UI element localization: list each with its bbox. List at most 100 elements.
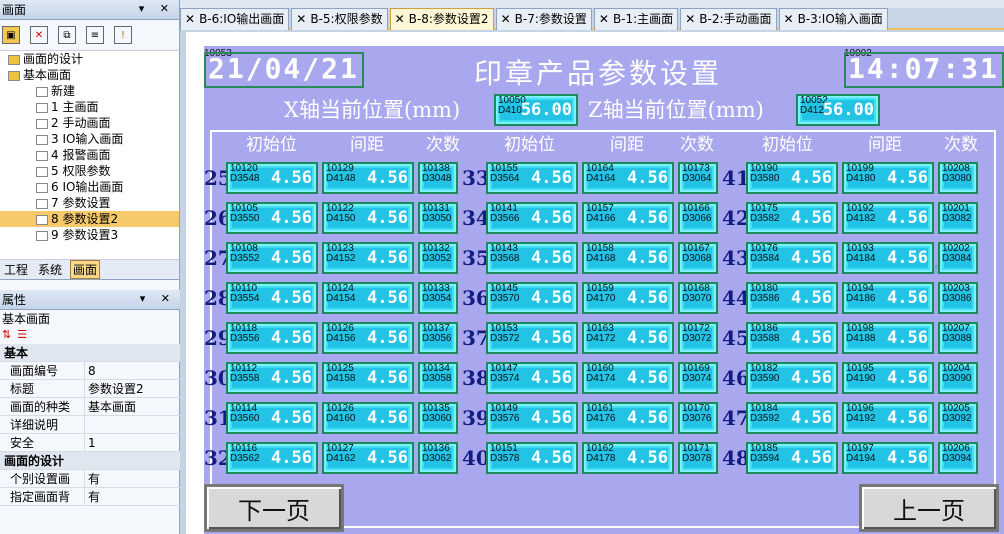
parameter-field[interactable]: 10137 D3056 [418, 322, 458, 354]
parameter-field[interactable]: 10173 D3064 [678, 162, 718, 194]
tree-item[interactable]: 6 IO输出画面 [0, 179, 179, 195]
tree-item[interactable]: 2 手动画面 [0, 115, 179, 131]
category-icon[interactable]: ☰ [17, 328, 27, 344]
parameter-field[interactable]: 10164 D4164 4.56 [582, 162, 674, 194]
parameter-field[interactable]: 10129 D4148 4.56 [322, 162, 414, 194]
parameter-field[interactable]: 10201 D3082 [938, 202, 978, 234]
parameter-field[interactable]: 10136 D3062 [418, 442, 458, 474]
parameter-field[interactable]: 10185 D3594 4.56 [746, 442, 838, 474]
parameter-field[interactable]: 10116 D3562 4.56 [226, 442, 318, 474]
parameter-field[interactable]: 10192 D4182 4.56 [842, 202, 934, 234]
parameter-field[interactable]: 10199 D4180 4.56 [842, 162, 934, 194]
parameter-field[interactable]: 10205 D3092 [938, 402, 978, 434]
parameter-field[interactable]: 10208 D3080 [938, 162, 978, 194]
document-tab[interactable]: ✕ B-5:权限参数 [291, 8, 388, 30]
parameter-field[interactable]: 10127 D4162 4.56 [322, 442, 414, 474]
parameter-field[interactable]: 10151 D3578 4.56 [486, 442, 578, 474]
parameter-field[interactable]: 10166 D3066 [678, 202, 718, 234]
property-row[interactable]: 基本 [0, 344, 180, 362]
parameter-field[interactable]: 10206 D3094 [938, 442, 978, 474]
parameter-field[interactable]: 10155 D3564 4.56 [486, 162, 578, 194]
property-row[interactable]: 标题 参数设置2 [0, 380, 180, 398]
close-icon[interactable]: ✕ [501, 12, 511, 26]
parameter-field[interactable]: 10159 D4170 4.56 [582, 282, 674, 314]
parameter-field[interactable]: 10162 D4178 4.56 [582, 442, 674, 474]
x-position-field[interactable]: 10050 D410 56.00 [494, 94, 578, 126]
parameter-field[interactable]: 10184 D3592 4.56 [746, 402, 838, 434]
parameter-field[interactable]: 10112 D3558 4.56 [226, 362, 318, 394]
property-row[interactable]: 安全 1 [0, 434, 180, 452]
next-page-button[interactable]: 下一页 [204, 484, 344, 532]
parameter-field[interactable]: 10120 D3548 4.56 [226, 162, 318, 194]
property-row[interactable]: 详细说明 [0, 416, 180, 434]
parameter-field[interactable]: 10207 D3088 [938, 322, 978, 354]
parameter-field[interactable]: 10202 D3084 [938, 242, 978, 274]
parameter-field[interactable]: 10149 D3576 4.56 [486, 402, 578, 434]
parameter-field[interactable]: 10131 D3050 [418, 202, 458, 234]
parameter-field[interactable]: 10147 D3574 4.56 [486, 362, 578, 394]
parameter-field[interactable]: 10198 D4188 4.56 [842, 322, 934, 354]
tree-item[interactable]: 3 IO输入画面 [0, 131, 179, 147]
parameter-field[interactable]: 10134 D3058 [418, 362, 458, 394]
parameter-field[interactable]: 10145 D3570 4.56 [486, 282, 578, 314]
parameter-field[interactable]: 10171 D3078 [678, 442, 718, 474]
parameter-field[interactable]: 10170 D3076 [678, 402, 718, 434]
parameter-field[interactable]: 10132 D3052 [418, 242, 458, 274]
parameter-field[interactable]: 10157 D4166 4.56 [582, 202, 674, 234]
close-icon[interactable]: ✕ [395, 12, 405, 26]
tree-item[interactable]: 新建 [0, 83, 179, 99]
list-icon[interactable]: ≡ [86, 26, 104, 44]
panel-tab[interactable]: 系统 [36, 261, 64, 278]
parameter-field[interactable]: 10203 D3086 [938, 282, 978, 314]
parameter-field[interactable]: 10169 D3074 [678, 362, 718, 394]
property-row[interactable]: 画面的设计 [0, 452, 180, 470]
parameter-field[interactable]: 10118 D3556 4.56 [226, 322, 318, 354]
parameter-field[interactable]: 10125 D4158 4.56 [322, 362, 414, 394]
parameter-field[interactable]: 10126 D4160 4.56 [322, 402, 414, 434]
properties-controls[interactable]: ▾ ✕ [140, 292, 176, 305]
sort-icon[interactable]: ⇅ [2, 328, 11, 344]
parameter-field[interactable]: 10193 D4184 4.56 [842, 242, 934, 274]
parameter-field[interactable]: 10190 D3580 4.56 [746, 162, 838, 194]
parameter-field[interactable]: 10161 D4176 4.56 [582, 402, 674, 434]
property-row[interactable]: 指定画面背有 [0, 488, 180, 506]
delete-icon[interactable]: ✕ [30, 26, 48, 44]
parameter-field[interactable]: 10110 D3554 4.56 [226, 282, 318, 314]
parameter-field[interactable]: 10204 D3090 [938, 362, 978, 394]
property-row[interactable]: 个别设置画有 [0, 470, 180, 488]
document-tab[interactable]: ✕ B-7:参数设置 [495, 8, 592, 30]
document-tab[interactable]: ✕ B-2:手动画面 [680, 8, 777, 30]
parameter-field[interactable]: 10194 D4186 4.56 [842, 282, 934, 314]
panel-tab[interactable]: 工程 [2, 261, 30, 278]
tree-item[interactable]: 画面的设计 [0, 51, 179, 67]
tree-item[interactable]: 基本画面 [0, 67, 179, 83]
close-icon[interactable]: ✕ [185, 12, 195, 26]
parameter-field[interactable]: 10197 D4194 4.56 [842, 442, 934, 474]
parameter-field[interactable]: 10160 D4174 4.56 [582, 362, 674, 394]
tree-item[interactable]: 8 参数设置2 [0, 211, 179, 227]
parameter-field[interactable]: 10158 D4168 4.56 [582, 242, 674, 274]
parameter-field[interactable]: 10153 D3572 4.56 [486, 322, 578, 354]
parameter-field[interactable]: 10163 D4172 4.56 [582, 322, 674, 354]
parameter-field[interactable]: 10196 D4192 4.56 [842, 402, 934, 434]
tree-item[interactable]: 1 主画面 [0, 99, 179, 115]
parameter-field[interactable]: 10172 D3072 [678, 322, 718, 354]
parameter-field[interactable]: 10182 D3590 4.56 [746, 362, 838, 394]
open-icon[interactable]: ▣ [2, 26, 20, 44]
tree-item[interactable]: 5 权限参数 [0, 163, 179, 179]
warning-icon[interactable]: ! [114, 26, 132, 44]
parameter-field[interactable]: 10180 D3586 4.56 [746, 282, 838, 314]
document-tab[interactable]: ✕ B-8:参数设置2 [389, 8, 494, 30]
parameter-field[interactable]: 10108 D3552 4.56 [226, 242, 318, 274]
document-tab[interactable]: ✕ B-3:IO输入画面 [778, 8, 888, 30]
parameter-field[interactable]: 10122 D4150 4.56 [322, 202, 414, 234]
property-row[interactable]: 画面编号 8 [0, 362, 180, 380]
parameter-field[interactable]: 10124 D4154 4.56 [322, 282, 414, 314]
parameter-field[interactable]: 10186 D3588 4.56 [746, 322, 838, 354]
document-tab[interactable]: ✕ B-6:IO输出画面 [180, 8, 290, 30]
parameter-field[interactable]: 10141 D3566 4.56 [486, 202, 578, 234]
close-icon[interactable]: ✕ [784, 12, 794, 26]
parameter-field[interactable]: 10195 D4190 4.56 [842, 362, 934, 394]
parameter-field[interactable]: 10133 D3054 [418, 282, 458, 314]
parameter-field[interactable]: 10167 D3068 [678, 242, 718, 274]
